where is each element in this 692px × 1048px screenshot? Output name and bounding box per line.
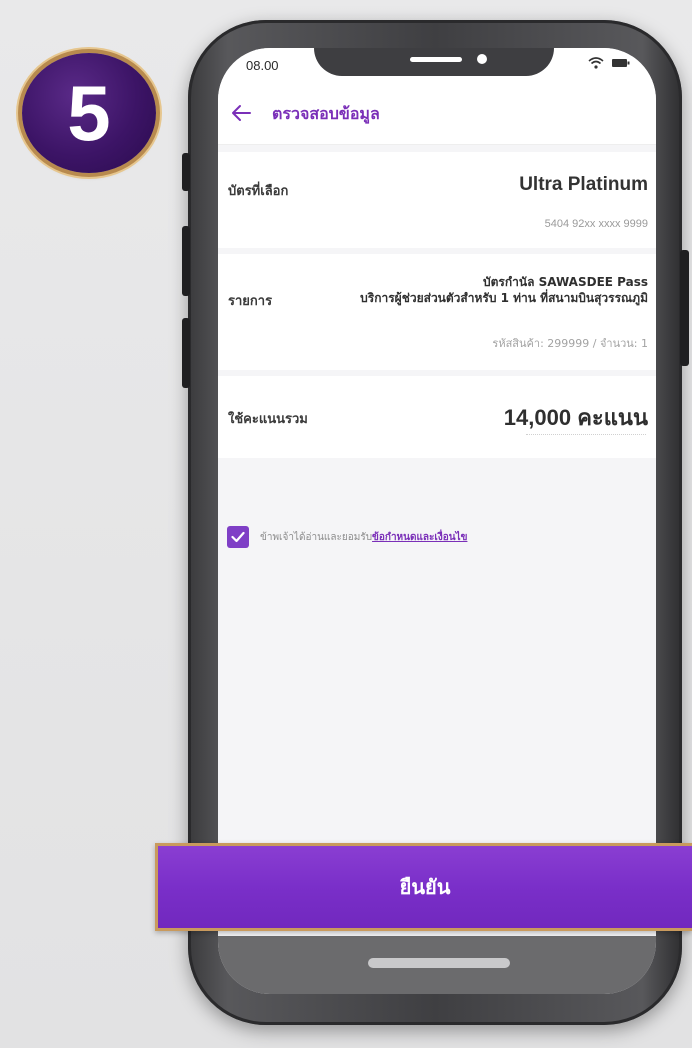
terms-text: ข้าพเจ้าได้อ่านและยอมรับข้อกำหนดและเงื่อ… [260, 530, 467, 545]
points-divider [526, 434, 646, 435]
points-value: 14,000 คะแนน [503, 405, 648, 430]
status-icons [588, 57, 630, 69]
battery-icon [612, 59, 630, 67]
phone-side-button [182, 153, 190, 191]
item-label: รายการ [228, 294, 273, 309]
phone-power-button [680, 250, 689, 366]
phone-notch [314, 48, 554, 76]
terms-checkbox[interactable] [227, 526, 249, 548]
step-number: 5 [67, 69, 111, 157]
camera [477, 54, 487, 64]
points-section: ใช้คะแนนรวม 14,000 คะแนน [218, 376, 656, 458]
card-number: 5404 92xx xxxx 9999 [544, 218, 648, 230]
phone-volume-down-button [182, 318, 190, 388]
card-label: บัตรที่เลือก [228, 184, 289, 199]
item-line1: บัตรกำนัล SAWASDEE Pass [483, 275, 648, 289]
item-section: รายการ บัตรกำนัล SAWASDEE Pass บริการผู้… [218, 254, 656, 370]
item-code: รหัสสินค้า: 299999 / จำนวน: 1 [492, 337, 648, 350]
home-indicator[interactable] [368, 958, 510, 968]
home-area [218, 936, 656, 994]
item-description: บัตรกำนัล SAWASDEE Pass บริการผู้ช่วยส่ว… [360, 274, 648, 306]
phone-volume-up-button [182, 226, 190, 296]
back-arrow-icon[interactable] [230, 102, 252, 124]
app-header: ตรวจสอบข้อมูล [218, 82, 656, 145]
card-name: Ultra Platinum [519, 174, 648, 195]
speaker [410, 57, 462, 62]
card-section: บัตรที่เลือก Ultra Platinum 5404 92xx xx… [218, 152, 656, 248]
item-line2: บริการผู้ช่วยส่วนตัวสำหรับ 1 ท่าน ที่สนา… [360, 291, 648, 305]
points-label: ใช้คะแนนรวม [228, 412, 308, 427]
status-time: 08.00 [246, 58, 279, 73]
confirm-button[interactable]: ยืนยัน [155, 843, 692, 931]
status-bar: 08.00 [218, 48, 656, 82]
step-badge: 5 [22, 53, 156, 173]
checkmark-icon [231, 531, 245, 543]
wifi-icon [588, 57, 604, 69]
page-title: ตรวจสอบข้อมูล [272, 104, 380, 123]
terms-prefix: ข้าพเจ้าได้อ่านและยอมรับ [260, 532, 373, 543]
terms-link[interactable]: ข้อกำหนดและเงื่อนไข [372, 532, 467, 543]
